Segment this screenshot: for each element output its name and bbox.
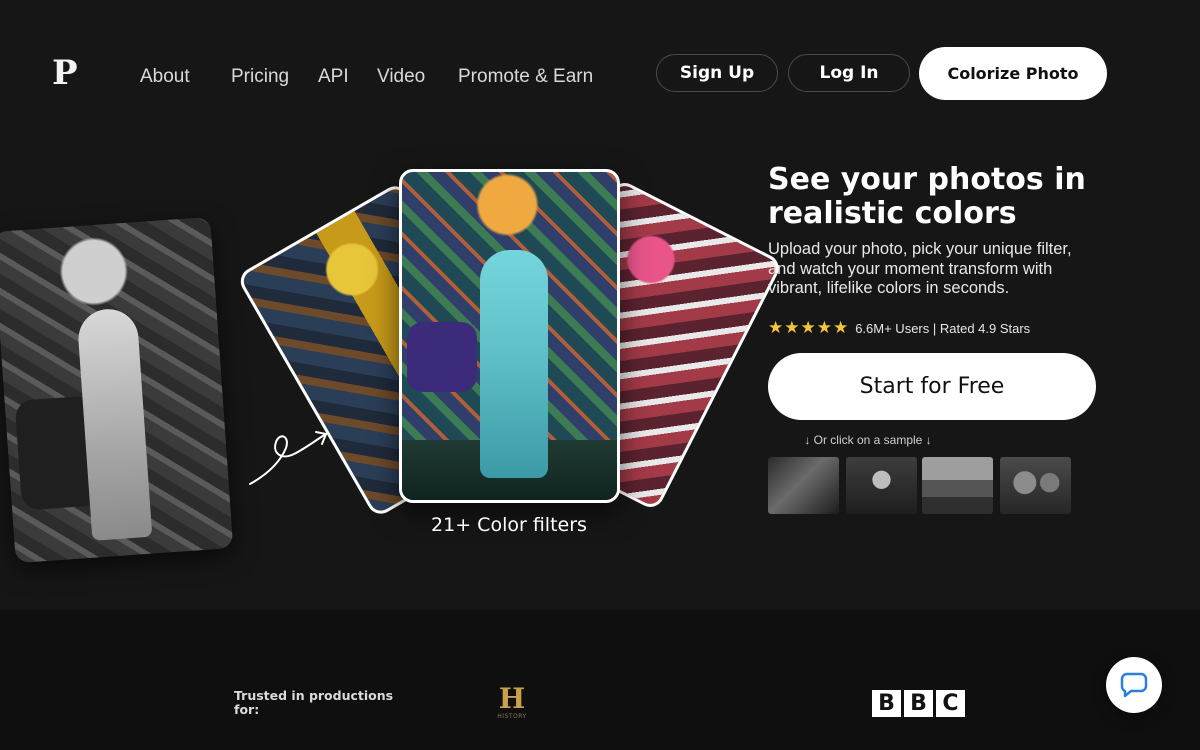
bbc-letter: B	[904, 690, 933, 717]
history-logo-text: HISTORY	[497, 712, 527, 720]
colorize-photo-button[interactable]: Colorize Photo	[919, 47, 1107, 100]
bw-figure	[76, 307, 153, 541]
rating-text: 6.6M+ Users | Rated 4.9 Stars	[855, 320, 1031, 336]
sample-photo-1[interactable]	[768, 457, 839, 514]
nav-about[interactable]: About	[140, 66, 190, 88]
sign-up-button[interactable]: Sign Up	[656, 54, 778, 92]
bbc-letter: B	[872, 690, 901, 717]
bbc-logo: B B C	[872, 690, 965, 717]
hero-headline: See your photos in realistic colors	[768, 162, 1086, 231]
log-in-button[interactable]: Log In	[788, 54, 910, 92]
nav-pricing[interactable]: Pricing	[231, 66, 289, 88]
card-figure	[480, 250, 548, 478]
card-pillow	[407, 322, 477, 392]
nav-video[interactable]: Video	[377, 66, 425, 88]
trusted-label: Trusted in productions for:	[234, 688, 394, 717]
sample-photo-3[interactable]	[922, 457, 993, 514]
history-logo: H HISTORY	[494, 683, 530, 721]
chat-support-button[interactable]	[1106, 657, 1162, 713]
hero-subcopy: Upload your photo, pick your unique filt…	[768, 240, 1072, 297]
sample-photo-2[interactable]	[846, 457, 917, 514]
bw-photo-card	[0, 216, 234, 564]
nav-promote-earn[interactable]: Promote & Earn	[458, 66, 593, 88]
colorized-photo-card	[399, 169, 620, 503]
trusted-section	[0, 610, 1200, 750]
star-rating-icon: ★★★★★	[768, 318, 850, 338]
filters-caption: 21+ Color filters	[431, 514, 587, 536]
sample-hint: ↓ Or click on a sample ↓	[804, 433, 932, 447]
chat-bubble-icon	[1120, 672, 1148, 698]
curly-arrow-icon	[249, 431, 327, 485]
start-for-free-button[interactable]: Start for Free	[768, 353, 1096, 420]
history-logo-letter: H	[498, 681, 526, 715]
site-logo[interactable]: P	[52, 56, 78, 90]
bbc-letter: C	[936, 690, 965, 717]
sample-photo-4[interactable]	[1000, 457, 1071, 514]
rating-row: ★★★★★ 6.6M+ Users | Rated 4.9 Stars	[768, 318, 1030, 338]
nav-api[interactable]: API	[318, 66, 349, 88]
